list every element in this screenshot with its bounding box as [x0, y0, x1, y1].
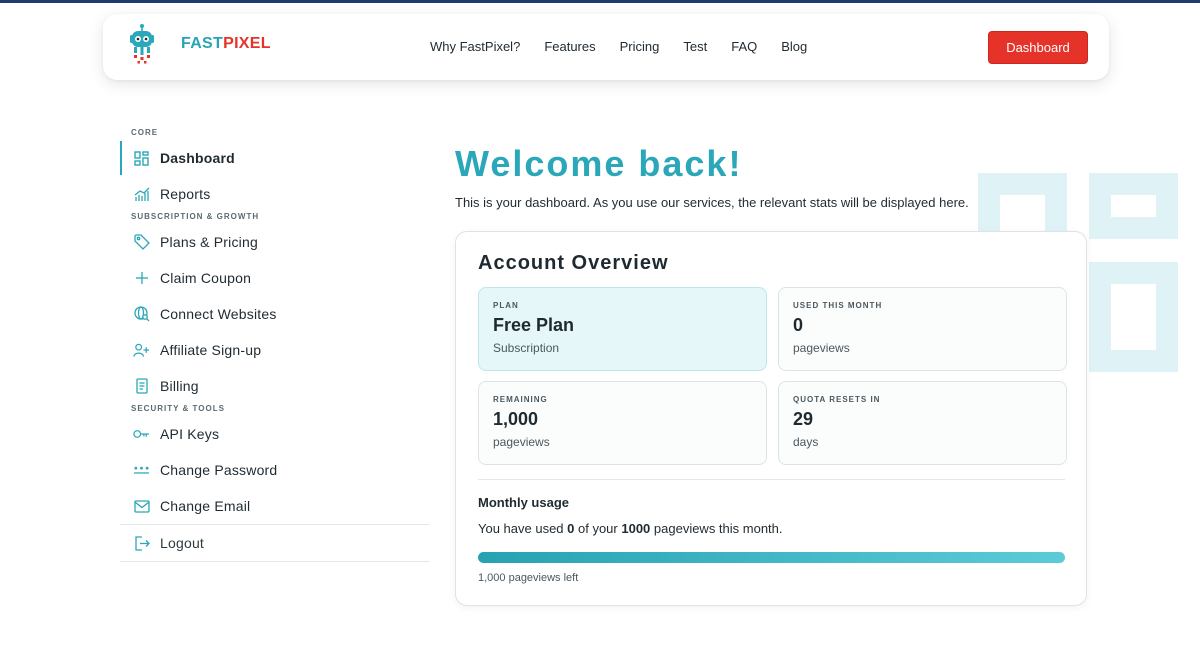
key-icon — [133, 426, 150, 443]
nav-why-fastpixel[interactable]: Why FastPixel? — [430, 39, 520, 54]
nav-features[interactable]: Features — [544, 39, 595, 54]
stat-sub: days — [793, 435, 819, 449]
sidebar-item-billing[interactable]: Billing — [120, 368, 430, 404]
stat-value: Free Plan — [493, 315, 575, 335]
pageviews-left-text: 1,000 pageviews left — [478, 572, 579, 584]
sidebar-item-affiliate-signup[interactable]: Affiliate Sign-up — [120, 332, 430, 368]
card-divider — [478, 479, 1065, 480]
usage-text-suffix: pageviews this month. — [650, 521, 783, 536]
dashboard-button[interactable]: Dashboard — [988, 31, 1088, 64]
nav-faq[interactable]: FAQ — [731, 39, 757, 54]
sidebar-item-label: Connect Websites — [160, 306, 277, 322]
sidebar-item-api-keys[interactable]: API Keys — [120, 416, 430, 452]
stat-sub: Subscription — [493, 341, 560, 355]
chart-icon — [133, 186, 150, 203]
sidebar-item-change-email[interactable]: Change Email — [120, 488, 430, 524]
decorative-square-2-hole — [1111, 195, 1156, 217]
robot-logo-icon — [130, 24, 154, 64]
stat-key: USED THIS MONTH — [793, 301, 883, 310]
sidebar-item-reports[interactable]: Reports — [120, 176, 430, 212]
sidebar-item-label: Dashboard — [160, 150, 235, 166]
sidebar-item-label: Plans & Pricing — [160, 234, 258, 250]
stat-sub: pageviews — [793, 341, 850, 355]
sidebar-section-subscription: SUBSCRIPTION & GROWTH — [131, 212, 260, 221]
stat-plan: PLAN Free Plan Subscription — [478, 287, 767, 371]
sidebar: CORE Dashboard Reports SUBSCRIPTION & GR… — [120, 128, 430, 562]
stat-value: 0 — [793, 315, 804, 335]
usage-total-count: 1000 — [621, 521, 651, 536]
sidebar-item-label: Logout — [160, 535, 205, 551]
nav-pricing[interactable]: Pricing — [620, 39, 660, 54]
mail-icon — [133, 498, 150, 515]
sidebar-item-claim-coupon[interactable]: Claim Coupon — [120, 260, 430, 296]
nav-test[interactable]: Test — [683, 39, 707, 54]
logout-icon — [133, 535, 150, 552]
stat-quota-resets: QUOTA RESETS IN 29 days — [778, 381, 1067, 465]
sidebar-item-connect-websites[interactable]: Connect Websites — [120, 296, 430, 332]
sidebar-item-label: API Keys — [160, 426, 220, 442]
decorative-square-1-hole — [1000, 195, 1045, 232]
sidebar-item-label: Change Email — [160, 498, 251, 514]
grid-icon — [133, 150, 150, 167]
sidebar-divider — [120, 561, 430, 562]
stat-key: PLAN — [493, 301, 519, 310]
usage-text-prefix: You have used — [478, 521, 568, 536]
nav-blog[interactable]: Blog — [781, 39, 807, 54]
account-overview-card: Account Overview PLAN Free Plan Subscrip… — [455, 231, 1087, 606]
card-title: Account Overview — [478, 252, 669, 274]
top-accent-line — [0, 0, 1200, 3]
main-nav: Why FastPixel? Features Pricing Test FAQ… — [430, 39, 831, 54]
sidebar-item-logout[interactable]: Logout — [120, 525, 430, 561]
stat-remaining: REMAINING 1,000 pageviews — [478, 381, 767, 465]
stat-value: 29 — [793, 409, 814, 429]
password-dots-icon — [133, 462, 150, 479]
monthly-usage-title: Monthly usage — [478, 495, 570, 510]
sidebar-item-label: Billing — [160, 378, 199, 394]
sidebar-item-label: Claim Coupon — [160, 270, 252, 286]
tag-icon — [133, 234, 150, 251]
logo-wordmark: FASTPIXEL — [181, 35, 271, 53]
stat-sub: pageviews — [493, 435, 550, 449]
top-header: FASTPIXEL Why FastPixel? Features Pricin… — [103, 14, 1109, 80]
plus-icon — [133, 270, 150, 287]
sidebar-item-change-password[interactable]: Change Password — [120, 452, 430, 488]
sidebar-item-label: Reports — [160, 186, 211, 202]
page-title: Welcome back! — [455, 143, 743, 184]
sidebar-item-plans-pricing[interactable]: Plans & Pricing — [120, 224, 430, 260]
monthly-usage-text: You have used 0 of your 1000 pageviews t… — [478, 521, 783, 536]
stat-key: QUOTA RESETS IN — [793, 395, 881, 404]
usage-text-mid: of your — [574, 521, 622, 536]
stat-key: REMAINING — [493, 395, 548, 404]
logo-text-fast: FAST — [181, 35, 224, 52]
sidebar-item-label: Affiliate Sign-up — [160, 342, 262, 358]
usage-progress-bar — [478, 552, 1065, 563]
sidebar-item-dashboard[interactable]: Dashboard — [120, 140, 430, 176]
sidebar-section-core: CORE — [131, 128, 159, 137]
sidebar-section-security: SECURITY & TOOLS — [131, 404, 225, 413]
receipt-icon — [133, 378, 150, 395]
decorative-square-3-hole — [1111, 284, 1156, 350]
globe-search-icon — [133, 306, 150, 323]
sidebar-item-label: Change Password — [160, 462, 278, 478]
stat-value: 1,000 — [493, 409, 539, 429]
page-intro: This is your dashboard. As you use our s… — [455, 195, 969, 210]
fastpixel-logo[interactable]: FASTPIXEL — [129, 23, 271, 65]
user-plus-icon — [133, 342, 150, 359]
logo-text-pixel: PIXEL — [223, 35, 271, 52]
stat-used-this-month: USED THIS MONTH 0 pageviews — [778, 287, 1067, 371]
